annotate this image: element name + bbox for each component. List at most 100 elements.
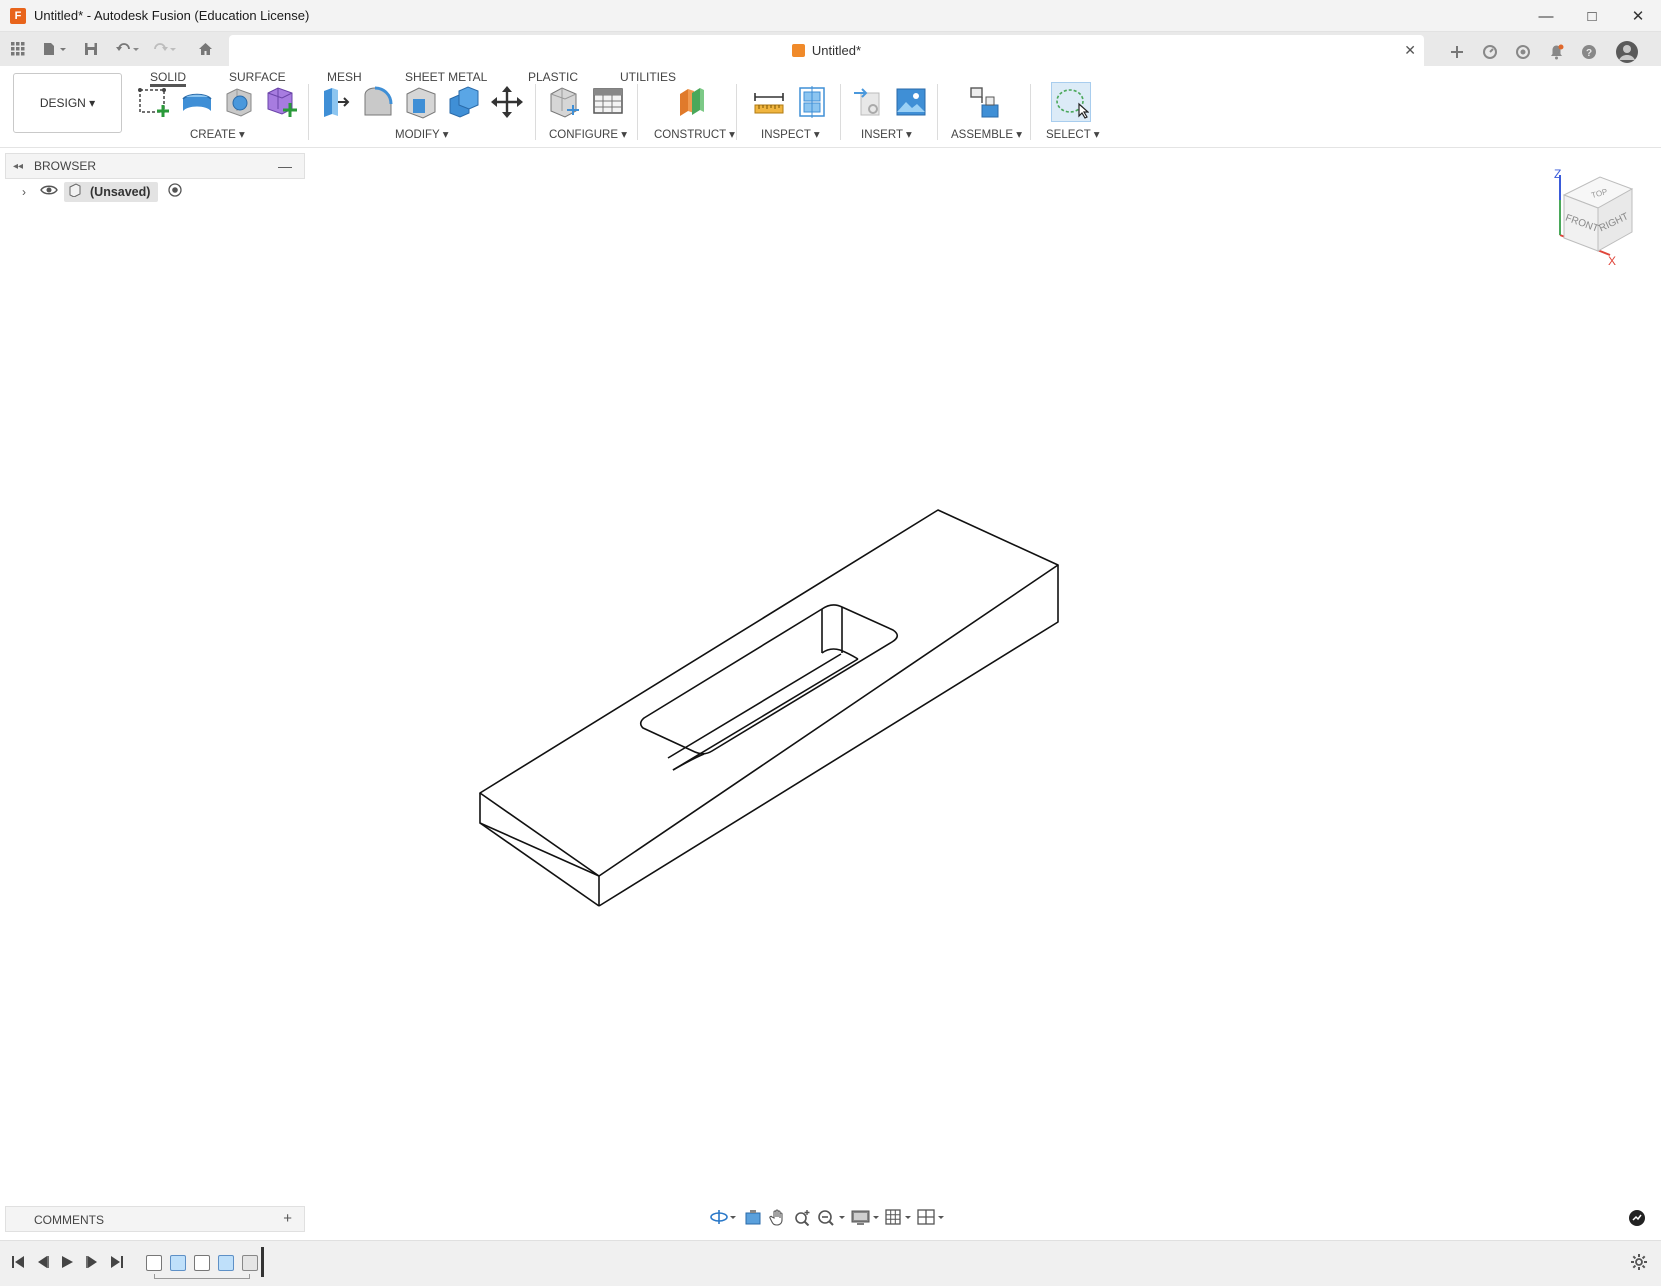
- minimize-panel-icon[interactable]: —: [278, 158, 292, 174]
- tab-sheet-metal[interactable]: SHEET METAL: [405, 67, 487, 87]
- insert-derive-icon[interactable]: [851, 85, 885, 119]
- tab-surface[interactable]: SURFACE: [229, 67, 286, 87]
- comments-panel-header[interactable]: COMMENTS +: [5, 1206, 305, 1232]
- select-group-label[interactable]: SELECT ▾: [1046, 127, 1100, 141]
- timeline-fillet-icon[interactable]: [242, 1255, 258, 1271]
- grid-snaps-icon[interactable]: [883, 1206, 915, 1228]
- fillet-icon[interactable]: [361, 85, 395, 119]
- window-controls: — □ ✕: [1523, 0, 1661, 32]
- ribbon-toolbar: DESIGN ▾ SOLID SURFACE MESH SHEET METAL …: [0, 66, 1661, 148]
- create-group-label[interactable]: CREATE ▾: [190, 127, 245, 141]
- view-cube[interactable]: TOP FRONT RIGHT Z X: [1548, 165, 1638, 270]
- file-menu-icon[interactable]: [40, 40, 70, 58]
- insert-group-label[interactable]: INSERT ▾: [861, 127, 912, 141]
- redo-icon[interactable]: [150, 40, 180, 58]
- maximize-button[interactable]: □: [1569, 0, 1615, 32]
- new-tab-plus-icon[interactable]: [1447, 43, 1467, 61]
- joint-icon[interactable]: [968, 85, 1002, 119]
- toolbar-separator: [937, 84, 938, 140]
- extensions-icon[interactable]: [1480, 43, 1500, 61]
- configure-model-icon[interactable]: [547, 85, 581, 119]
- user-avatar[interactable]: [1615, 40, 1639, 64]
- play-icon[interactable]: [60, 1255, 74, 1272]
- inspect-group-label[interactable]: INSPECT ▾: [761, 127, 820, 141]
- configuration-table-icon[interactable]: [591, 85, 625, 119]
- shell-icon[interactable]: [404, 85, 438, 119]
- quick-access-bar: Untitled* ✕ ?: [0, 32, 1661, 66]
- zoom-icon[interactable]: [790, 1206, 815, 1228]
- document-tab[interactable]: Untitled* ✕: [229, 35, 1424, 66]
- configure-group-label[interactable]: CONFIGURE ▾: [549, 127, 627, 141]
- browser-panel-header[interactable]: ◂◂ BROWSER —: [5, 153, 305, 179]
- svg-text:?: ?: [1586, 48, 1592, 59]
- render-status-icon[interactable]: [1628, 1209, 1646, 1232]
- timeline-extrude-2-icon[interactable]: [218, 1255, 234, 1271]
- add-comment-button[interactable]: +: [283, 1210, 292, 1227]
- move-copy-icon[interactable]: [490, 85, 524, 119]
- toolbar-separator: [637, 84, 638, 140]
- orbit-icon[interactable]: [708, 1206, 740, 1228]
- insert-canvas-icon[interactable]: [894, 85, 928, 119]
- timeline-sketch-2-icon[interactable]: [194, 1255, 210, 1271]
- activate-radio-icon[interactable]: [168, 182, 183, 202]
- header-right-icons: ?: [1434, 40, 1639, 64]
- job-status-icon[interactable]: [1513, 43, 1533, 61]
- root-component-node[interactable]: (Unsaved): [64, 182, 159, 202]
- step-forward-icon[interactable]: [85, 1255, 99, 1272]
- toolbar-separator: [736, 84, 737, 140]
- toolbar-separator: [535, 84, 536, 140]
- viewports-icon[interactable]: [915, 1206, 947, 1228]
- timeline-settings-gear-icon[interactable]: [1630, 1253, 1648, 1276]
- display-settings-icon[interactable]: [849, 1206, 883, 1228]
- look-at-icon[interactable]: [740, 1206, 765, 1228]
- timeline-sketch-1-icon[interactable]: [146, 1255, 162, 1271]
- expand-chevron-icon[interactable]: ›: [22, 185, 26, 199]
- tab-mesh[interactable]: MESH: [327, 67, 362, 87]
- data-panel-grid-icon[interactable]: [9, 40, 27, 58]
- select-tool-icon[interactable]: [1051, 82, 1091, 122]
- new-component-icon[interactable]: [264, 85, 298, 119]
- modify-group-label[interactable]: MODIFY ▾: [395, 127, 448, 141]
- notifications-bell-icon[interactable]: [1546, 43, 1566, 61]
- model-wireframe: [479, 509, 1059, 907]
- fusion-app-icon: F: [10, 7, 26, 24]
- workspace-switcher-button[interactable]: DESIGN ▾: [13, 73, 122, 133]
- comments-title: COMMENTS: [34, 1213, 104, 1227]
- tab-solid[interactable]: SOLID: [150, 67, 187, 87]
- offset-plane-icon[interactable]: [674, 85, 708, 119]
- timeline-marker[interactable]: [261, 1247, 264, 1277]
- fit-zoom-window-icon[interactable]: [815, 1206, 849, 1228]
- 3d-viewport[interactable]: [0, 148, 1661, 1208]
- toolbar-separator: [840, 84, 841, 140]
- browser-tree-root[interactable]: › (Unsaved): [20, 181, 183, 203]
- navigation-bar: [708, 1204, 947, 1230]
- revolve-icon[interactable]: [222, 85, 256, 119]
- toolbar-separator: [308, 84, 309, 140]
- visibility-eye-icon[interactable]: [40, 183, 58, 201]
- undo-icon[interactable]: [113, 40, 143, 58]
- timeline-extrude-1-icon[interactable]: [170, 1255, 186, 1271]
- step-back-icon[interactable]: [36, 1255, 50, 1272]
- toolbar-separator: [1030, 84, 1031, 140]
- minimize-button[interactable]: —: [1523, 0, 1569, 32]
- combine-icon[interactable]: [447, 85, 481, 119]
- extrude-icon[interactable]: [180, 85, 214, 119]
- root-component-name: (Unsaved): [90, 185, 151, 199]
- close-tab-button[interactable]: ✕: [1404, 42, 1416, 59]
- go-to-beginning-icon[interactable]: [11, 1255, 25, 1272]
- press-pull-icon[interactable]: [318, 85, 352, 119]
- measure-icon[interactable]: [752, 85, 786, 119]
- component-doc-icon: [68, 182, 82, 202]
- close-window-button[interactable]: ✕: [1615, 0, 1661, 32]
- construct-group-label[interactable]: CONSTRUCT ▾: [654, 127, 735, 141]
- interference-icon[interactable]: [795, 85, 829, 119]
- home-icon[interactable]: [196, 40, 214, 58]
- collapse-panel-icon[interactable]: ◂◂: [13, 161, 23, 172]
- help-icon[interactable]: ?: [1579, 43, 1599, 61]
- tab-utilities[interactable]: UTILITIES: [620, 67, 676, 87]
- assemble-group-label[interactable]: ASSEMBLE ▾: [951, 127, 1022, 141]
- create-sketch-icon[interactable]: [137, 85, 171, 119]
- pan-hand-icon[interactable]: [765, 1206, 790, 1228]
- save-icon[interactable]: [82, 40, 100, 58]
- go-to-end-icon[interactable]: [110, 1255, 124, 1272]
